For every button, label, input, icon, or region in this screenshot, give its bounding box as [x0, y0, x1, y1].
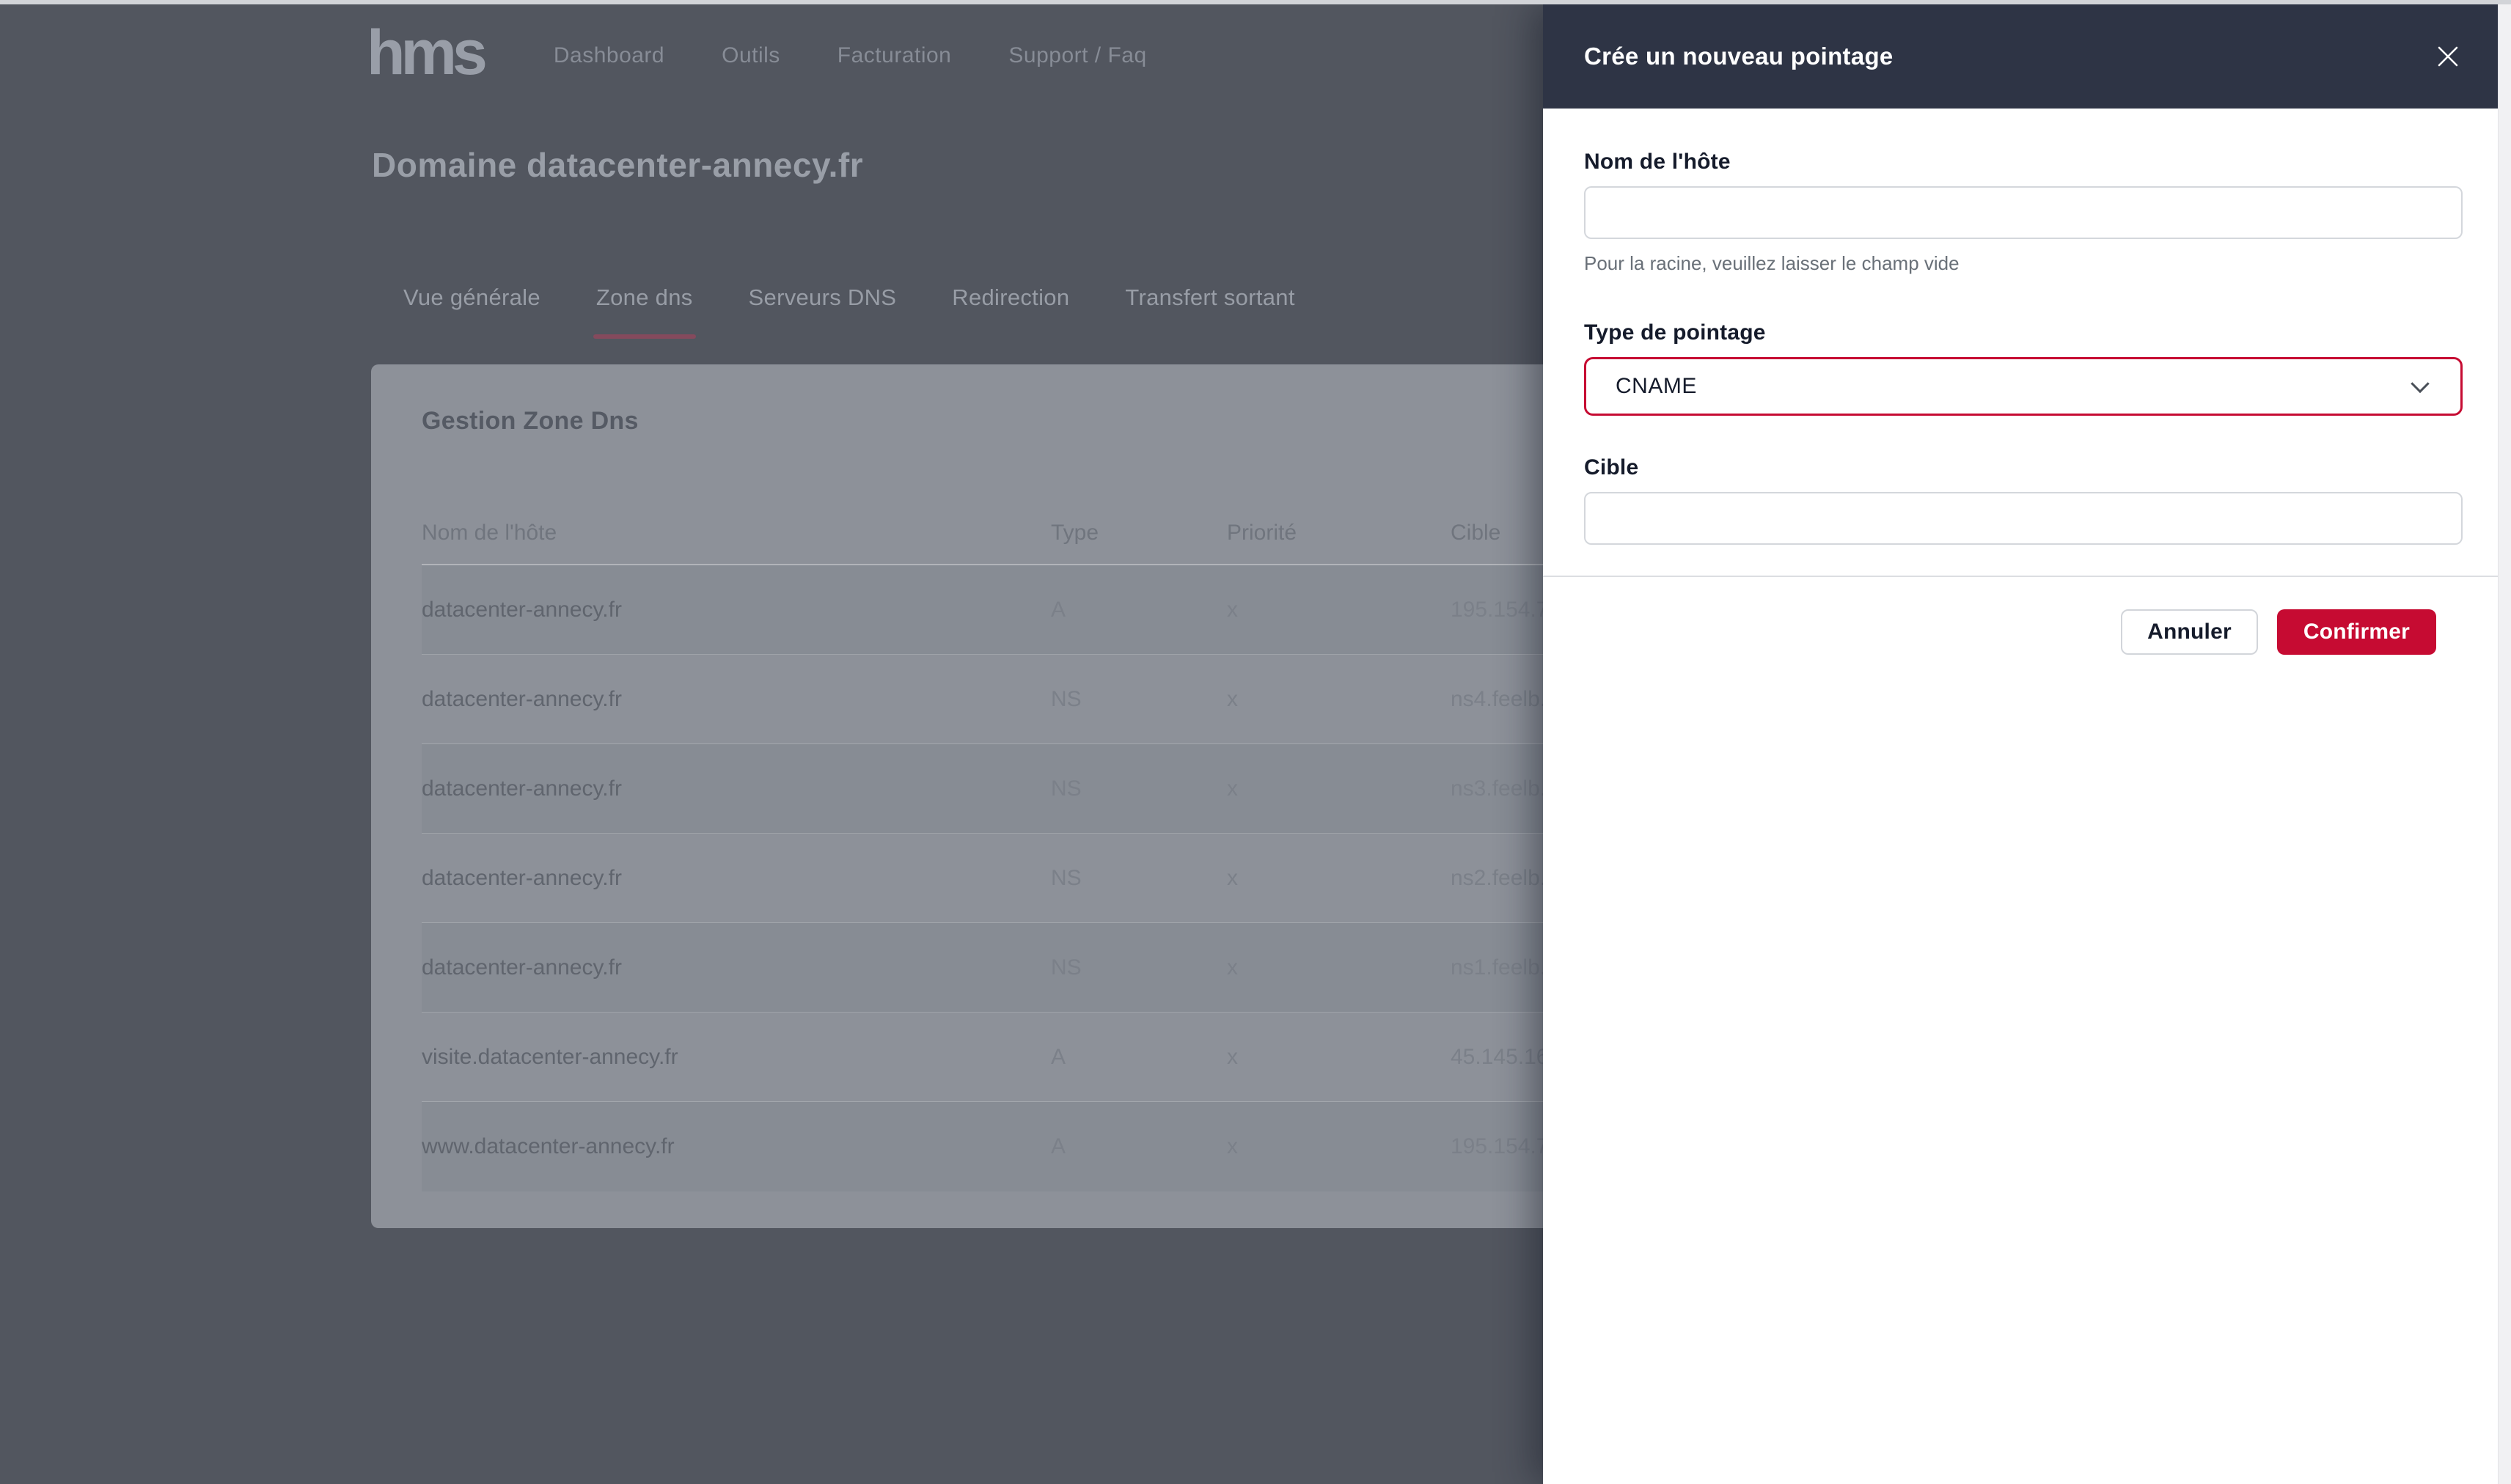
cell-priority: x — [1227, 776, 1451, 801]
cell-type: A — [1051, 1045, 1227, 1070]
cell-host: datacenter-annecy.fr — [422, 955, 1051, 980]
cell-type: NS — [1051, 687, 1227, 712]
host-name-input[interactable] — [1584, 186, 2463, 239]
drawer-body: Nom de l'hôte Pour la racine, veuillez l… — [1543, 109, 2498, 655]
cancel-button[interactable]: Annuler — [2121, 609, 2258, 655]
screen: hms Dashboard Outils Facturation Support… — [0, 0, 2511, 1484]
nav-item[interactable]: Dashboard — [554, 43, 664, 68]
tab[interactable]: Zone dns — [596, 284, 693, 317]
hms-logo: hms — [367, 21, 483, 84]
card-title: Gestion Zone Dns — [422, 407, 639, 436]
drawer-title: Crée un nouveau pointage — [1584, 43, 2430, 70]
create-record-drawer: Crée un nouveau pointage Nom de l'hôte P… — [1543, 4, 2498, 1484]
cell-priority: x — [1227, 1045, 1451, 1070]
target-input[interactable] — [1584, 492, 2463, 545]
col-header-host: Nom de l'hôte — [422, 521, 1051, 546]
col-header-type: Type — [1051, 521, 1227, 546]
cell-host: datacenter-annecy.fr — [422, 776, 1051, 801]
chevron-down-icon — [2411, 375, 2429, 393]
page-title: Domaine datacenter-annecy.fr — [372, 145, 863, 185]
tab[interactable]: Serveurs DNS — [749, 284, 897, 317]
host-name-label: Nom de l'hôte — [1584, 150, 2463, 175]
cell-type: A — [1051, 1134, 1227, 1159]
tab[interactable]: Vue générale — [403, 284, 540, 317]
record-type-select[interactable]: CNAME — [1584, 357, 2463, 416]
nav-item[interactable]: Support / Faq — [1008, 43, 1146, 68]
target-label: Cible — [1584, 455, 2463, 480]
col-header-priority: Priorité — [1227, 521, 1451, 546]
cell-priority: x — [1227, 1134, 1451, 1159]
cell-host: datacenter-annecy.fr — [422, 687, 1051, 712]
nav-item[interactable]: Outils — [722, 43, 780, 68]
cell-host: www.datacenter-annecy.fr — [422, 1134, 1051, 1159]
drawer-header: Crée un nouveau pointage — [1543, 4, 2498, 109]
cell-type: NS — [1051, 866, 1227, 891]
record-type-label: Type de pointage — [1584, 320, 2463, 345]
browser-top-strip — [0, 0, 2511, 4]
nav-menu: Dashboard Outils Facturation Support / F… — [554, 43, 1147, 68]
cell-host: datacenter-annecy.fr — [422, 598, 1051, 622]
cell-priority: x — [1227, 955, 1451, 980]
top-navbar: hms Dashboard Outils Facturation Support… — [367, 4, 1147, 107]
cell-type: NS — [1051, 776, 1227, 801]
tab-bar: Vue générale Zone dns Serveurs DNS Redir… — [403, 284, 1295, 317]
cell-priority: x — [1227, 866, 1451, 891]
cell-type: A — [1051, 598, 1227, 622]
cell-host: visite.datacenter-annecy.fr — [422, 1045, 1051, 1070]
drawer-footer: Annuler Confirmer — [1584, 577, 2463, 655]
nav-item[interactable]: Facturation — [837, 43, 952, 68]
host-name-help: Pour la racine, veuillez laisser le cham… — [1584, 252, 2463, 275]
close-icon[interactable] — [2430, 39, 2466, 74]
record-type-selected-value: CNAME — [1616, 374, 1697, 399]
scrollbar-track[interactable] — [2498, 0, 2511, 1484]
cell-priority: x — [1227, 687, 1451, 712]
tab[interactable]: Redirection — [952, 284, 1069, 317]
confirm-button[interactable]: Confirmer — [2277, 609, 2436, 655]
tab[interactable]: Transfert sortant — [1125, 284, 1294, 317]
cell-type: NS — [1051, 955, 1227, 980]
cell-host: datacenter-annecy.fr — [422, 866, 1051, 891]
cell-priority: x — [1227, 598, 1451, 622]
